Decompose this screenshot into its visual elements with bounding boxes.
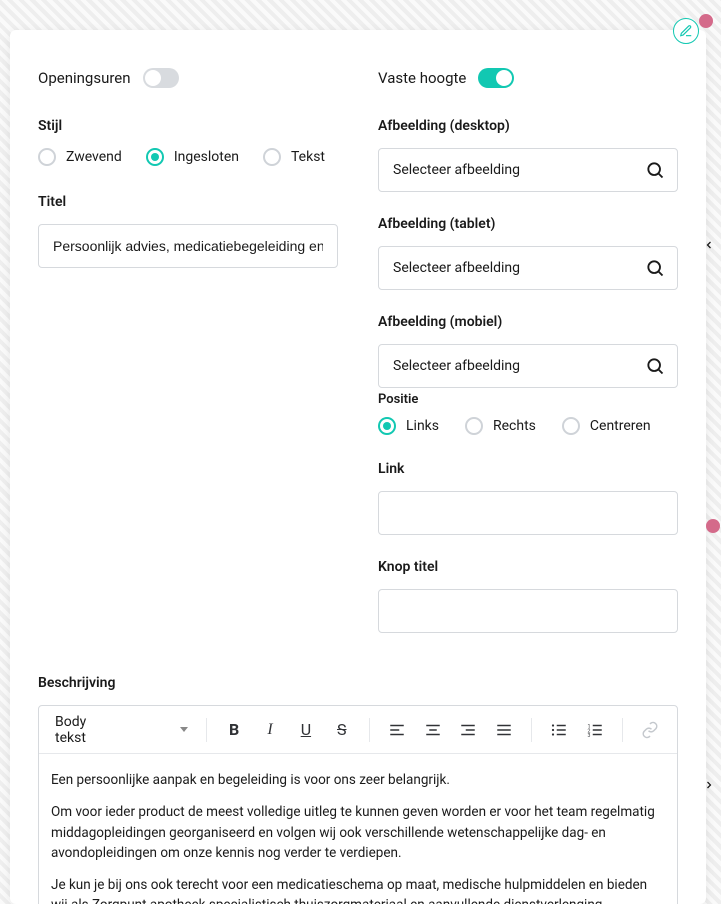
title-label: Titel — [38, 194, 338, 210]
list-ol-icon: 123 — [586, 721, 604, 739]
desc-paragraph: Je kun je bij ons ook terecht voor een m… — [51, 875, 665, 904]
desc-paragraph: Om voor ieder product de meest volledige… — [51, 802, 665, 863]
right-column: Vaste hoogte Afbeelding (desktop) Select… — [378, 68, 678, 657]
rte-ol-button[interactable]: 123 — [580, 715, 610, 745]
rte-bold-button[interactable]: B — [219, 715, 249, 745]
list-ul-icon — [550, 721, 568, 739]
button-title-label: Knop titel — [378, 559, 678, 575]
pos-radio-links[interactable]: Links — [378, 417, 439, 435]
position-label: Positie — [378, 392, 678, 407]
chevron-down-icon — [180, 727, 188, 732]
settings-panel: Openingsuren Stijl Zwevend Ingesloten Te… — [10, 30, 706, 904]
toolbar-separator — [206, 718, 207, 742]
rte-align-center-button[interactable] — [418, 715, 448, 745]
style-radio-tekst[interactable]: Tekst — [263, 148, 325, 166]
description-label: Beschrijving — [38, 675, 678, 691]
rte-align-left-button[interactable] — [382, 715, 412, 745]
align-center-icon — [424, 721, 442, 739]
align-right-icon — [459, 721, 477, 739]
align-justify-icon — [495, 721, 513, 739]
toolbar-separator — [622, 718, 623, 742]
svg-text:3: 3 — [588, 732, 591, 738]
button-title-input[interactable] — [378, 589, 678, 633]
toolbar-separator — [369, 718, 370, 742]
rte-ul-button[interactable] — [544, 715, 574, 745]
style-radio-zwevend[interactable]: Zwevend — [38, 148, 122, 166]
img-tablet-select[interactable]: Selecteer afbeelding — [378, 246, 678, 290]
edit-badge[interactable] — [673, 18, 699, 44]
search-icon — [645, 356, 665, 376]
collapse-right-handle[interactable] — [695, 225, 721, 265]
rte-editor: Body tekst B I U S — [38, 705, 678, 904]
pos-radio-centreren[interactable]: Centreren — [562, 417, 651, 435]
link-icon — [641, 721, 659, 739]
toolbar-separator — [531, 718, 532, 742]
img-tablet-label: Afbeelding (tablet) — [378, 216, 678, 232]
toggle-knob — [496, 70, 512, 86]
drag-handle-dot[interactable] — [699, 14, 713, 28]
rte-italic-button[interactable]: I — [255, 715, 285, 745]
pos-radio-rechts[interactable]: Rechts — [465, 417, 536, 435]
fixed-height-toggle[interactable] — [478, 68, 514, 88]
drag-handle-dot[interactable] — [706, 519, 720, 533]
img-desktop-label: Afbeelding (desktop) — [378, 118, 678, 134]
pencil-icon — [679, 24, 693, 38]
rte-content[interactable]: Een persoonlijke aanpak en begeleiding i… — [39, 754, 677, 904]
rte-align-justify-button[interactable] — [489, 715, 519, 745]
style-radio-ingesloten[interactable]: Ingesloten — [146, 148, 239, 166]
link-input[interactable] — [378, 491, 678, 535]
title-input[interactable] — [38, 224, 338, 268]
position-radio-group: Links Rechts Centreren — [378, 417, 678, 435]
img-mobile-label: Afbeelding (mobiel) — [378, 314, 678, 330]
link-label: Link — [378, 461, 678, 477]
toggle-knob — [145, 70, 161, 86]
img-desktop-select[interactable]: Selecteer afbeelding — [378, 148, 678, 192]
fixed-height-label: Vaste hoogte — [378, 69, 466, 87]
search-icon — [645, 258, 665, 278]
rte-toolbar: Body tekst B I U S — [39, 706, 677, 754]
rte-link-button[interactable] — [635, 715, 665, 745]
rte-align-right-button[interactable] — [454, 715, 484, 745]
expand-right-handle[interactable] — [695, 765, 721, 805]
rte-style-dropdown[interactable]: Body tekst — [51, 714, 194, 746]
img-mobile-select[interactable]: Selecteer afbeelding — [378, 344, 678, 388]
search-icon — [645, 160, 665, 180]
opening-hours-label: Openingsuren — [38, 69, 131, 87]
desc-paragraph: Een persoonlijke aanpak en begeleiding i… — [51, 770, 665, 790]
style-radio-group: Zwevend Ingesloten Tekst — [38, 148, 338, 166]
left-column: Openingsuren Stijl Zwevend Ingesloten Te… — [38, 68, 338, 657]
style-label: Stijl — [38, 118, 338, 134]
rte-underline-button[interactable]: U — [291, 715, 321, 745]
align-left-icon — [388, 721, 406, 739]
rte-strike-button[interactable]: S — [327, 715, 357, 745]
opening-hours-toggle[interactable] — [143, 68, 179, 88]
